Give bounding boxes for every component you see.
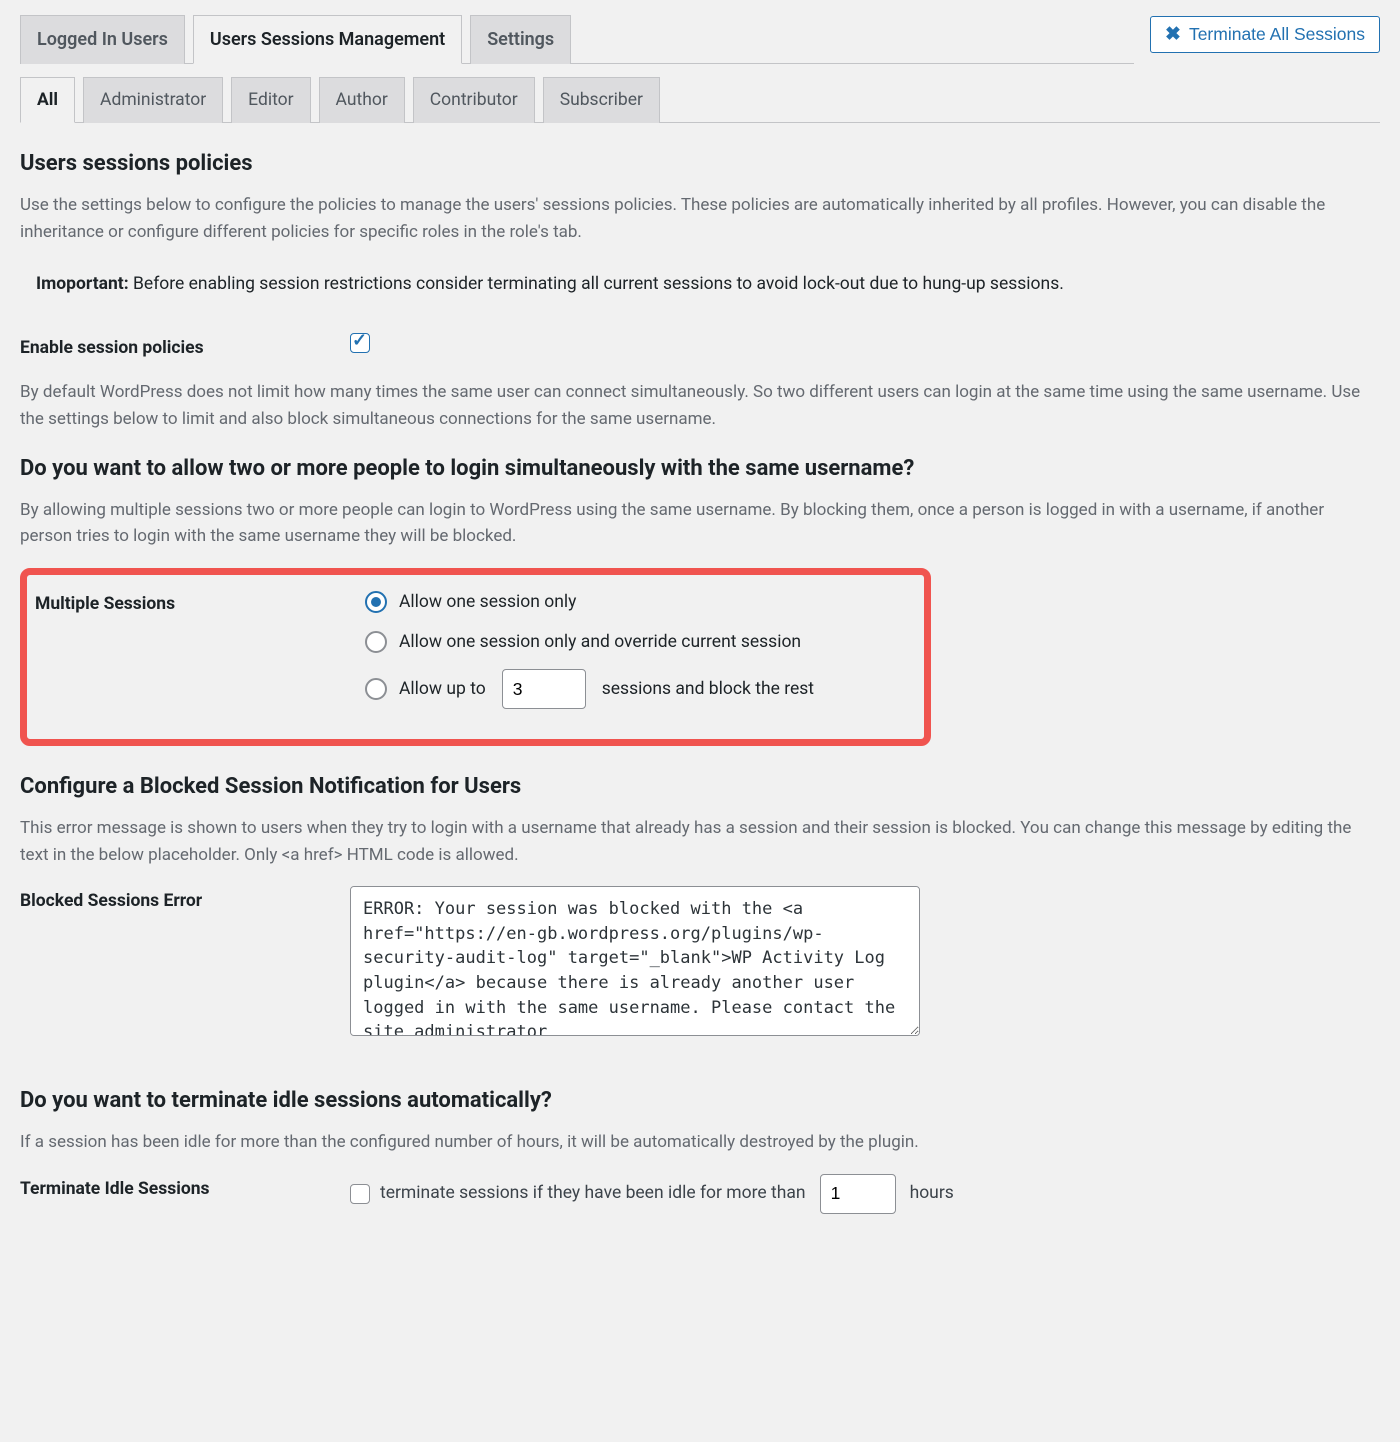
blocked-notification-description: This error message is shown to users whe…	[20, 815, 1380, 868]
important-label: Imoportant:	[36, 274, 129, 294]
idle-text-after: hours	[910, 1180, 954, 1206]
radio-allow-one-session[interactable]	[365, 591, 387, 613]
multiple-sessions-highlight: Multiple Sessions Allow one session only…	[20, 568, 931, 747]
subtab-subscriber[interactable]: Subscriber	[543, 77, 660, 123]
subtab-author[interactable]: Author	[319, 77, 405, 123]
radio-allow-up-to[interactable]	[365, 678, 387, 700]
blocked-sessions-error-textarea[interactable]	[350, 886, 920, 1036]
terminate-all-sessions-button[interactable]: ✖ Terminate All Sessions	[1150, 16, 1380, 53]
policies-description: Use the settings below to configure the …	[20, 192, 1380, 245]
important-note: Imoportant: Before enabling session rest…	[20, 271, 1380, 297]
tab-users-sessions-management[interactable]: Users Sessions Management	[193, 15, 462, 64]
subtab-all[interactable]: All	[20, 77, 75, 123]
radio-allow-one-override-label: Allow one session only and override curr…	[399, 629, 801, 655]
subtab-administrator[interactable]: Administrator	[83, 77, 223, 123]
terminate-idle-sessions-label: Terminate Idle Sessions	[20, 1174, 350, 1202]
multi-login-heading: Do you want to allow two or more people …	[20, 452, 1380, 485]
radio-allow-one-session-label: Allow one session only	[399, 589, 576, 615]
radio-allow-up-to-label-a: Allow up to	[399, 676, 486, 702]
blocked-sessions-error-label: Blocked Sessions Error	[20, 886, 350, 914]
radio-allow-one-override[interactable]	[365, 631, 387, 653]
enable-session-policies-label: Enable session policies	[20, 333, 350, 361]
allowed-sessions-input[interactable]	[502, 669, 586, 709]
subtab-editor[interactable]: Editor	[231, 77, 310, 123]
blocked-notification-heading: Configure a Blocked Session Notification…	[20, 770, 1380, 803]
multi-login-description: By allowing multiple sessions two or mor…	[20, 497, 1380, 550]
radio-allow-up-to-label-b: sessions and block the rest	[602, 676, 814, 702]
idle-sessions-heading: Do you want to terminate idle sessions a…	[20, 1084, 1380, 1117]
terminate-idle-sessions-checkbox[interactable]	[350, 1184, 370, 1204]
subtab-contributor[interactable]: Contributor	[413, 77, 535, 123]
default-note: By default WordPress does not limit how …	[20, 379, 1380, 432]
important-text: Before enabling session restrictions con…	[129, 274, 1064, 294]
users-sessions-policies-heading: Users sessions policies	[20, 147, 1380, 180]
terminate-all-sessions-label: Terminate All Sessions	[1189, 24, 1365, 45]
close-icon: ✖	[1165, 25, 1181, 44]
idle-hours-input[interactable]	[820, 1174, 896, 1214]
idle-sessions-description: If a session has been idle for more than…	[20, 1129, 1380, 1155]
tab-logged-in-users[interactable]: Logged In Users	[20, 15, 185, 64]
tab-settings[interactable]: Settings	[470, 15, 571, 64]
multiple-sessions-label: Multiple Sessions	[35, 589, 365, 617]
enable-session-policies-checkbox[interactable]	[350, 333, 370, 353]
idle-text-before: terminate sessions if they have been idl…	[380, 1180, 806, 1206]
